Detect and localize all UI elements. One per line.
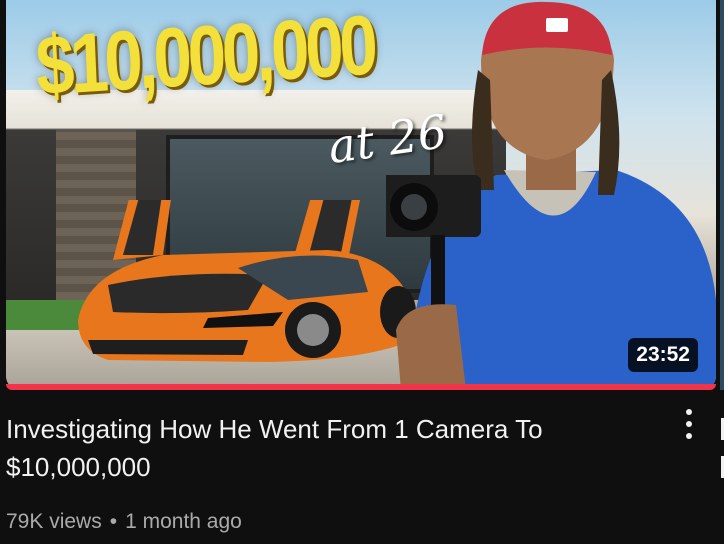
watch-progress-fill [6, 384, 716, 390]
meta-separator: • [109, 510, 118, 533]
duration-badge: 23:52 [628, 338, 698, 372]
video-thumbnail[interactable]: $10,000,000 at 26 23:52 [6, 0, 716, 390]
upload-age: 1 month ago [125, 510, 242, 533]
more-options-button[interactable] [672, 404, 706, 444]
next-video-thumbnail-edge[interactable] [720, 0, 724, 390]
more-vert-icon [686, 409, 692, 439]
view-count: 79K views [6, 510, 102, 533]
video-card[interactable]: $10,000,000 at 26 23:52 Investigating Ho… [0, 0, 724, 544]
creator-portrait [386, 1, 716, 390]
video-metadata: 79K views • 1 month ago [6, 508, 242, 536]
sports-car-image [78, 200, 416, 362]
watch-progress-bar [6, 384, 716, 390]
video-title[interactable]: Investigating How He Went From 1 Camera … [6, 410, 646, 486]
